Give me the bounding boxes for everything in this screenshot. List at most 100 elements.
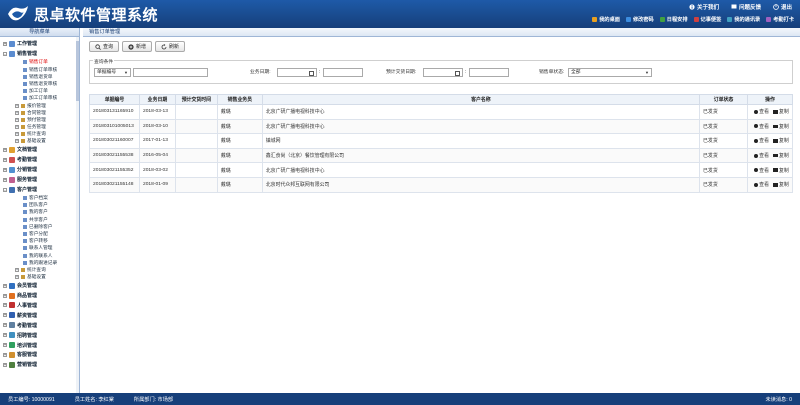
feedback-link[interactable]: 问题反馈 bbox=[731, 3, 761, 11]
expand-toggle-icon[interactable]: + bbox=[3, 313, 7, 318]
sidebar-group[interactable]: + 客服管理 bbox=[3, 350, 79, 360]
sidebar-subgroup[interactable]: + 任务管理 bbox=[3, 123, 79, 130]
sidebar-scrollbar[interactable] bbox=[76, 37, 79, 393]
sidebar-subgroup[interactable]: + 基础设置 bbox=[3, 138, 79, 145]
copy-button[interactable]: 复制 bbox=[772, 152, 789, 159]
sidebar-item[interactable]: 我的客户 bbox=[3, 209, 79, 216]
quick-link-contacts[interactable]: 我的通讯录 bbox=[727, 16, 760, 23]
sidebar-subgroup[interactable]: + 报价管理 bbox=[3, 102, 79, 109]
table-row[interactable]: 201803021155148 2018-01-09 戴璐 北京时代众邦互联网有限公司… bbox=[89, 176, 794, 193]
sidebar-group[interactable]: + 考勤管理 bbox=[3, 320, 79, 330]
about-link[interactable]: 关于我们 bbox=[689, 3, 719, 11]
copy-button[interactable]: 复制 bbox=[772, 137, 789, 144]
date-end-input[interactable] bbox=[323, 68, 363, 77]
sidebar-subgroup[interactable]: + 合同管理 bbox=[3, 109, 79, 116]
col-header-expected[interactable]: 预计交货时间 bbox=[174, 94, 218, 105]
col-header-order-no[interactable]: 单据编号 bbox=[89, 94, 140, 105]
table-row[interactable]: 201803131165910 2018-03-13 戴璐 北京广研广播电视科技中心已… bbox=[89, 104, 794, 120]
view-button[interactable]: 查看 bbox=[754, 167, 769, 174]
sidebar-group[interactable]: + 薪资管理 bbox=[3, 310, 79, 320]
sidebar-group[interactable]: - 客户管理 bbox=[3, 185, 79, 195]
copy-button[interactable]: 复制 bbox=[772, 181, 789, 188]
quick-link-notes[interactable]: 记事便签 bbox=[693, 16, 721, 23]
sidebar-item[interactable]: 共享客户 bbox=[3, 216, 79, 223]
sidebar-item[interactable]: 销售退货审核 bbox=[3, 80, 79, 87]
sidebar-subgroup[interactable]: + 统计查询 bbox=[3, 131, 79, 138]
calendar-icon[interactable] bbox=[455, 70, 460, 76]
expand-toggle-icon[interactable]: + bbox=[15, 267, 19, 272]
expand-toggle-icon[interactable]: + bbox=[3, 343, 7, 348]
expand-toggle-icon[interactable]: + bbox=[3, 362, 7, 367]
field-value-input[interactable] bbox=[133, 68, 208, 77]
table-row[interactable]: 201803021155538 2016-05-04 戴璐 鑫汇食尚（北京）餐饮管理有… bbox=[89, 147, 794, 164]
refresh-button[interactable]: 刷新 bbox=[155, 41, 186, 52]
sidebar-group[interactable]: + 分销管理 bbox=[3, 165, 79, 175]
sidebar-group[interactable]: + 工作管理 bbox=[3, 39, 79, 49]
view-button[interactable]: 查看 bbox=[754, 152, 769, 159]
view-button[interactable]: 查看 bbox=[754, 181, 769, 188]
expand-toggle-icon[interactable]: + bbox=[3, 303, 7, 308]
sidebar-group[interactable]: + 会员管理 bbox=[3, 281, 79, 291]
sidebar-item[interactable]: 团队客户 bbox=[3, 202, 79, 209]
sidebar-item[interactable]: 联系人管理 bbox=[3, 245, 79, 252]
sidebar-item[interactable]: 客户档案 bbox=[3, 194, 79, 201]
expected-start-input[interactable] bbox=[423, 68, 463, 77]
sidebar-item[interactable]: 销售订单 bbox=[3, 59, 79, 66]
expand-toggle-icon[interactable]: + bbox=[3, 41, 7, 46]
sidebar-item[interactable]: 加工订单审核 bbox=[3, 95, 79, 102]
expand-toggle-icon[interactable]: + bbox=[15, 139, 19, 144]
sidebar-group[interactable]: + 文档管理 bbox=[3, 145, 79, 155]
status-select[interactable]: 全部 ▼ bbox=[568, 68, 652, 77]
sidebar-group[interactable]: + 招聘管理 bbox=[3, 330, 79, 340]
expand-toggle-icon[interactable]: + bbox=[15, 110, 19, 115]
copy-button[interactable]: 复制 bbox=[772, 123, 789, 130]
col-header-customer[interactable]: 客户名称 bbox=[261, 94, 701, 105]
scrollbar-thumb[interactable] bbox=[76, 41, 79, 101]
add-button[interactable]: 新增 bbox=[122, 41, 153, 52]
expand-toggle-icon[interactable]: - bbox=[3, 51, 7, 56]
quick-link-password[interactable]: 修改密码 bbox=[625, 16, 654, 23]
expand-toggle-icon[interactable]: + bbox=[3, 293, 7, 298]
sidebar-item[interactable]: 我的跟进记录 bbox=[3, 259, 79, 266]
quick-link-desktop[interactable]: 我的桌面 bbox=[592, 16, 620, 23]
sidebar-group[interactable]: + 服务管理 bbox=[3, 175, 79, 185]
table-row[interactable]: 201803021160007 2017-01-13 戴璐 镇城网 已发货 查看 复制 bbox=[89, 133, 794, 149]
expected-end-input[interactable] bbox=[469, 68, 509, 77]
expand-toggle-icon[interactable]: + bbox=[3, 147, 7, 152]
expand-toggle-icon[interactable]: + bbox=[3, 352, 7, 357]
calendar-icon[interactable] bbox=[309, 70, 314, 76]
search-button[interactable]: 查询 bbox=[89, 41, 120, 52]
unread-messages[interactable]: 未读消息: 0 bbox=[765, 396, 792, 403]
field-select[interactable]: 单据编号 ▼ bbox=[94, 68, 131, 77]
quick-link-attendance[interactable]: 考勤打卡 bbox=[766, 16, 794, 23]
table-row[interactable]: 201803021155352 2018-03-02 戴璐 北京广研广播电视科技中心已… bbox=[89, 162, 794, 178]
sidebar-subgroup[interactable]: + 基础设置 bbox=[3, 274, 79, 281]
col-header-date[interactable]: 业务日期 bbox=[138, 94, 176, 105]
sidebar-subgroup[interactable]: + 统计查询 bbox=[3, 266, 79, 273]
expand-toggle-icon[interactable]: + bbox=[15, 117, 19, 122]
expand-toggle-icon[interactable]: + bbox=[3, 323, 7, 328]
expand-toggle-icon[interactable]: + bbox=[3, 283, 7, 288]
expand-toggle-icon[interactable]: + bbox=[3, 167, 7, 172]
sidebar-group[interactable]: - 销售管理 bbox=[3, 49, 79, 59]
sidebar-item[interactable]: 客户转移 bbox=[3, 238, 79, 245]
sidebar-item[interactable]: 已删除客户 bbox=[3, 223, 79, 230]
sidebar-item[interactable]: 我的联系人 bbox=[3, 252, 79, 259]
copy-button[interactable]: 复制 bbox=[772, 108, 789, 115]
expand-toggle-icon[interactable]: + bbox=[15, 132, 19, 137]
expand-toggle-icon[interactable]: + bbox=[15, 275, 19, 280]
view-button[interactable]: 查看 bbox=[754, 108, 769, 115]
expand-toggle-icon[interactable]: + bbox=[3, 177, 7, 182]
logout-link[interactable]: 退出 bbox=[773, 3, 792, 11]
expand-toggle-icon[interactable]: + bbox=[15, 103, 19, 108]
expand-toggle-icon[interactable]: + bbox=[3, 157, 7, 162]
sidebar-group[interactable]: + 考勤管理 bbox=[3, 155, 79, 165]
col-header-salesperson[interactable]: 销售业务员 bbox=[216, 94, 263, 105]
sidebar-item[interactable]: 客户分配 bbox=[3, 230, 79, 237]
view-button[interactable]: 查看 bbox=[754, 123, 769, 130]
sidebar-group[interactable]: + 人事管理 bbox=[3, 301, 79, 311]
date-start-input[interactable] bbox=[277, 68, 317, 77]
quick-link-schedule[interactable]: 日程安排 bbox=[659, 16, 688, 23]
sidebar-item[interactable]: 加工订单 bbox=[3, 88, 79, 95]
copy-button[interactable]: 复制 bbox=[772, 167, 789, 174]
